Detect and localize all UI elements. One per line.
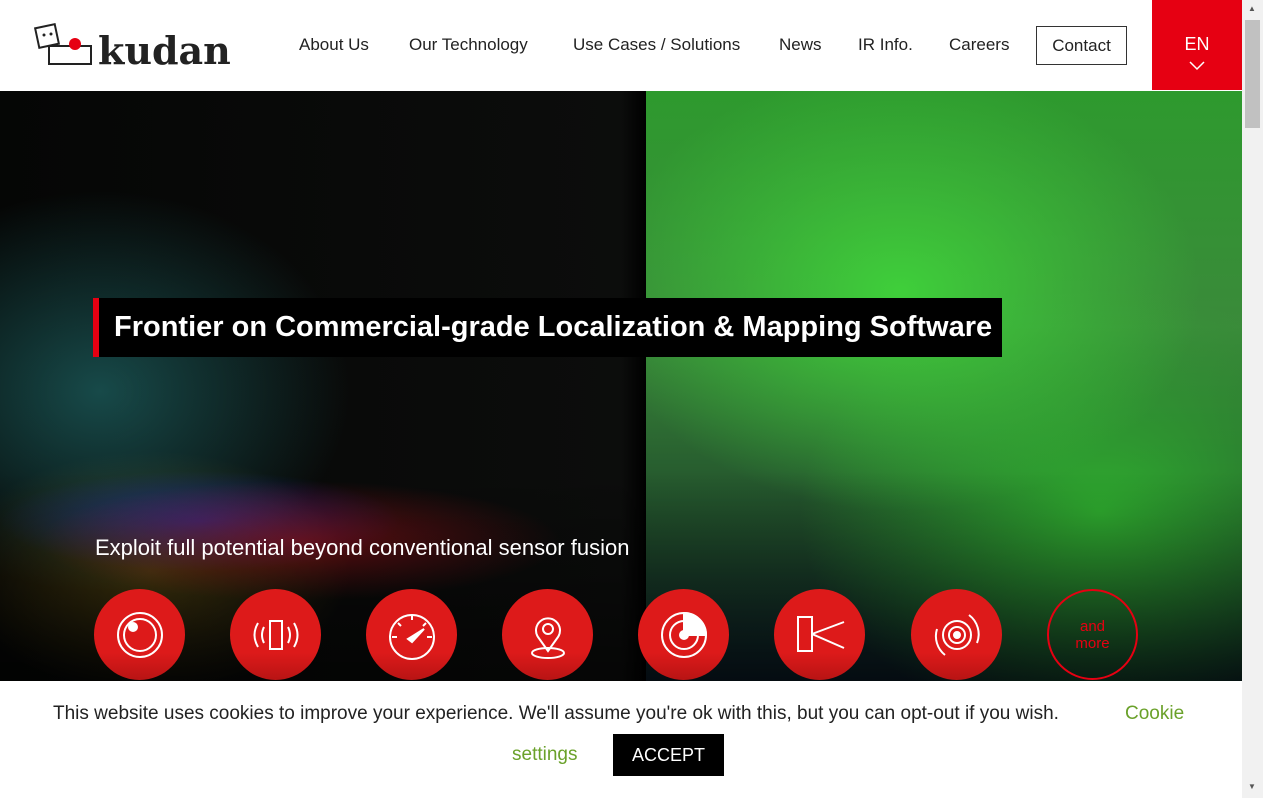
- cookie-text: This website uses cookies to improve you…: [53, 703, 1059, 724]
- hero-subtitle: Exploit full potential beyond convention…: [95, 535, 630, 560]
- cookie-settings-link[interactable]: Cookie: [1125, 703, 1184, 725]
- speedometer-icon: [388, 613, 435, 660]
- nav-use-cases[interactable]: Use Cases / Solutions: [573, 35, 740, 55]
- camera-icon: [116, 611, 163, 658]
- scrollbar-thumb[interactable]: [1245, 20, 1260, 128]
- more-line-2: more: [1075, 634, 1110, 652]
- scroll-down-icon[interactable]: ▼: [1248, 782, 1256, 791]
- nav-ir-info[interactable]: IR Info.: [858, 35, 913, 55]
- wheel-icon: [934, 613, 980, 656]
- feature-location[interactable]: [502, 589, 593, 680]
- language-selector[interactable]: EN: [1152, 0, 1242, 90]
- feature-lidar[interactable]: [774, 589, 865, 680]
- location-pin-icon: [530, 616, 565, 659]
- svg-text:kudan: kudan: [98, 28, 231, 68]
- chevron-down-icon: [1189, 61, 1205, 71]
- cookie-settings-link-cont[interactable]: settings: [512, 744, 577, 766]
- scrollbar[interactable]: ▲ ▼: [1242, 0, 1263, 798]
- nav-news[interactable]: News: [779, 35, 822, 55]
- feature-vibration[interactable]: [230, 589, 321, 680]
- feature-and-more[interactable]: and more: [1047, 589, 1138, 680]
- feature-wheel[interactable]: [911, 589, 1002, 680]
- more-line-1: and: [1079, 617, 1106, 635]
- feature-camera[interactable]: [94, 589, 185, 680]
- nav-about-us[interactable]: About Us: [299, 35, 369, 55]
- scroll-up-icon[interactable]: ▲: [1248, 4, 1256, 13]
- contact-button[interactable]: Contact: [1036, 26, 1127, 65]
- lidar-icon: [796, 615, 844, 652]
- hero-title: Frontier on Commercial-grade Localizatio…: [93, 298, 1003, 357]
- feature-radar[interactable]: [638, 589, 729, 680]
- hero-banner: Frontier on Commercial-grade Localizatio…: [0, 91, 1242, 681]
- nav-our-technology[interactable]: Our Technology: [409, 35, 528, 55]
- site-header: kudan About Us Our Technology Use Cases …: [0, 0, 1242, 91]
- cookie-banner: This website uses cookies to improve you…: [0, 681, 1242, 798]
- feature-speedometer[interactable]: [366, 589, 457, 680]
- kudan-logo[interactable]: kudan: [34, 22, 246, 68]
- language-label: EN: [1184, 34, 1210, 54]
- nav-careers[interactable]: Careers: [949, 35, 1009, 55]
- radar-icon: [660, 611, 707, 658]
- accept-button[interactable]: ACCEPT: [613, 734, 724, 776]
- vibration-phone-icon: [253, 619, 298, 650]
